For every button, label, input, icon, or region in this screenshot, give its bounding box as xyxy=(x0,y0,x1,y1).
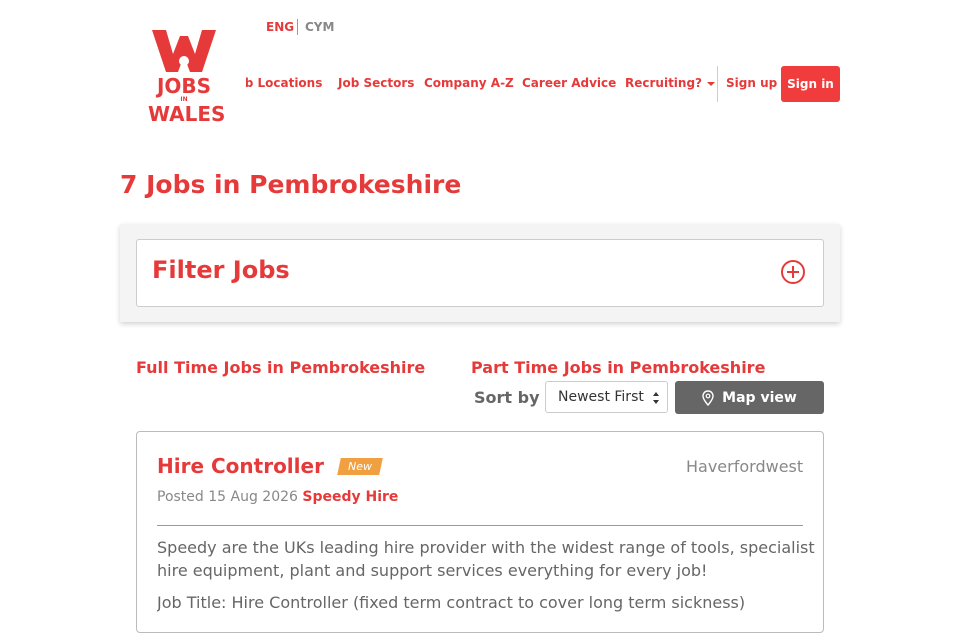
nav-recruiting-label: Recruiting? xyxy=(625,76,703,90)
sort-by-label: Sort by xyxy=(474,388,540,407)
nav-recruiting-dropdown[interactable]: Recruiting? xyxy=(625,76,716,90)
jobs-in-wales-logo[interactable]: JOBS IN WALES xyxy=(148,28,226,132)
logo-text-wales: WALES xyxy=(148,102,226,126)
nav-divider xyxy=(717,66,718,102)
nav-career-advice[interactable]: Career Advice xyxy=(522,76,616,90)
page-title: 7 Jobs in Pembrokeshire xyxy=(120,170,462,199)
logo-w-mark-icon xyxy=(152,30,216,72)
map-pin-icon xyxy=(702,389,714,406)
full-time-jobs-link[interactable]: Full Time Jobs in Pembrokeshire xyxy=(136,358,425,377)
job-posted-date: Posted 15 Aug 2026 xyxy=(157,489,298,505)
language-cym-link[interactable]: CYM xyxy=(305,20,334,34)
sort-select[interactable]: Newest First xyxy=(545,381,668,413)
caret-down-icon xyxy=(707,81,716,86)
sign-in-button[interactable]: Sign in xyxy=(781,66,840,102)
job-company-link[interactable]: Speedy Hire xyxy=(302,489,398,505)
filter-jobs-title: Filter Jobs xyxy=(152,256,290,284)
logo-overlap-mask xyxy=(226,70,246,100)
job-location: Haverfordwest xyxy=(686,457,804,476)
part-time-jobs-link[interactable]: Part Time Jobs in Pembrokeshire xyxy=(471,358,765,377)
job-description-more: Job Title: Hire Controller (fixed term c… xyxy=(157,593,746,612)
job-card-divider xyxy=(157,525,803,526)
language-divider xyxy=(297,19,298,35)
new-badge-label: New xyxy=(348,460,372,473)
language-eng-link[interactable]: ENG xyxy=(266,20,294,34)
plus-circle-icon[interactable] xyxy=(780,259,806,285)
nav-sign-up[interactable]: Sign up xyxy=(726,76,777,90)
job-posted-line: Posted 15 Aug 2026 Speedy Hire xyxy=(157,489,398,505)
job-title-link[interactable]: Hire Controller xyxy=(157,454,324,478)
nav-job-sectors[interactable]: Job Sectors xyxy=(338,76,414,90)
sort-selected-value: Newest First xyxy=(558,389,644,405)
map-view-button[interactable]: Map view xyxy=(675,381,824,414)
job-description: Speedy are the UKs leading hire provider… xyxy=(157,538,815,580)
nav-company-a-z[interactable]: Company A-Z xyxy=(424,76,514,90)
map-view-label: Map view xyxy=(722,389,797,406)
logo-text-jobs: JOBS xyxy=(156,74,212,98)
select-arrows-icon xyxy=(653,392,659,404)
new-badge: New xyxy=(337,458,383,475)
